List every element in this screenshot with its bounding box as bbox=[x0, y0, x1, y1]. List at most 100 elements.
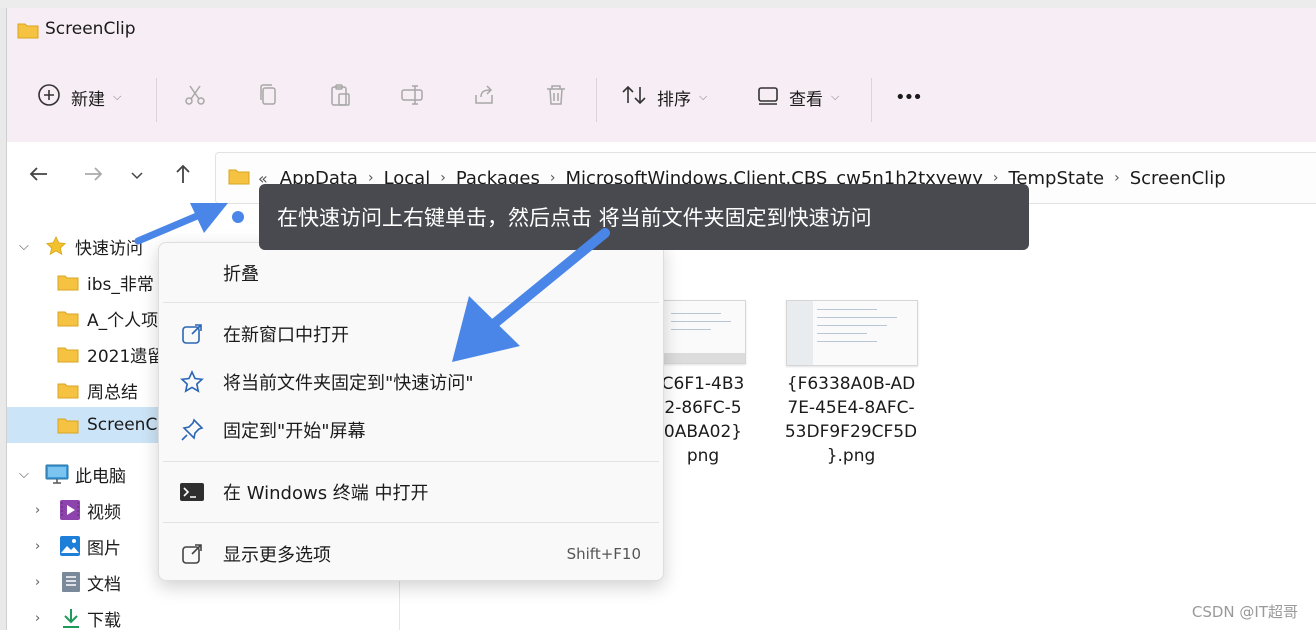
plus-circle-icon bbox=[37, 83, 61, 111]
sidebar-item-label: 图片 bbox=[87, 538, 121, 559]
sidebar-item-downloads[interactable]: › 下载 bbox=[7, 600, 399, 630]
more-options-icon bbox=[179, 542, 205, 566]
chevron-right-icon[interactable]: › bbox=[35, 539, 40, 554]
paste-button[interactable] bbox=[328, 52, 352, 142]
video-icon bbox=[59, 499, 81, 526]
folder-icon bbox=[57, 309, 79, 332]
star-outline-icon bbox=[179, 370, 205, 394]
chevron-right-icon[interactable]: › bbox=[1114, 170, 1120, 186]
new-button[interactable]: 新建 ⌵ bbox=[37, 52, 121, 142]
divider bbox=[156, 78, 157, 122]
clipboard-icon bbox=[328, 83, 352, 111]
folder-icon bbox=[228, 167, 250, 190]
sidebar-item-label: 快速访问 bbox=[75, 238, 143, 259]
sidebar-item-label: 2021遗留 bbox=[87, 346, 165, 367]
menu-item-collapse[interactable]: 折叠 bbox=[159, 250, 663, 296]
context-menu: 折叠 在新窗口中打开 将当前文件夹固定到"快速访问" 固定到"开始"屏幕 在 W… bbox=[158, 242, 664, 581]
chevron-down-icon: ⌵ bbox=[113, 90, 122, 103]
pin-icon bbox=[179, 418, 205, 442]
rename-icon bbox=[400, 83, 424, 111]
sidebar-item-label: 视频 bbox=[87, 502, 121, 523]
share-icon bbox=[472, 83, 496, 111]
background-bookmark-strip bbox=[0, 0, 1316, 8]
menu-divider bbox=[163, 522, 659, 523]
chevron-down-icon[interactable]: ⌵ bbox=[19, 467, 29, 482]
open-new-window-icon bbox=[179, 322, 205, 346]
download-icon bbox=[61, 607, 81, 630]
sidebar-item-label: 周总结 bbox=[87, 382, 138, 403]
more-icon: ••• bbox=[895, 86, 923, 108]
menu-item-label: 在新窗口中打开 bbox=[223, 325, 349, 346]
divider bbox=[871, 78, 872, 122]
folder-icon bbox=[57, 273, 79, 296]
sort-icon bbox=[621, 83, 647, 111]
menu-item-show-more-options[interactable]: 显示更多选项 Shift+F10 bbox=[159, 531, 663, 577]
new-button-label: 新建 bbox=[71, 89, 105, 110]
arrow-up-icon bbox=[172, 163, 194, 189]
divider bbox=[596, 78, 597, 122]
menu-item-label: 固定到"开始"屏幕 bbox=[223, 421, 366, 442]
arrow-right-icon bbox=[82, 163, 104, 189]
file-name: {F6338A0B-AD 7E-45E4-8AFC- 53DF9F29CF5D … bbox=[784, 374, 918, 466]
trash-icon bbox=[544, 83, 568, 111]
menu-item-label: 显示更多选项 bbox=[223, 545, 331, 566]
share-button[interactable] bbox=[472, 52, 496, 142]
sidebar-item-label: ibs_非常 bbox=[87, 274, 154, 295]
sort-button[interactable]: 排序 ⌵ bbox=[621, 52, 707, 142]
copy-icon bbox=[256, 83, 280, 111]
rename-button[interactable] bbox=[400, 52, 424, 142]
annotation-callout: 在快速访问上右键单击，然后点击 将当前文件夹固定到快速访问 bbox=[259, 184, 1029, 250]
menu-item-open-terminal[interactable]: 在 Windows 终端 中打开 bbox=[159, 469, 663, 515]
view-button[interactable]: 查看 ⌵ bbox=[757, 52, 839, 142]
menu-item-label: 折叠 bbox=[223, 264, 259, 285]
back-button[interactable] bbox=[23, 160, 55, 192]
sidebar-item-label: 文档 bbox=[87, 574, 121, 595]
chevron-down-icon bbox=[130, 167, 144, 186]
view-button-label: 查看 bbox=[789, 89, 823, 110]
computer-icon bbox=[45, 464, 69, 489]
menu-item-label: 在 Windows 终端 中打开 bbox=[223, 483, 429, 504]
menu-divider bbox=[163, 461, 659, 462]
sidebar-item-label: 下载 bbox=[87, 610, 121, 630]
chevron-down-icon: ⌵ bbox=[831, 90, 840, 103]
menu-item-pin-quick-access[interactable]: 将当前文件夹固定到"快速访问" bbox=[159, 359, 663, 405]
title-bar: ScreenClip bbox=[7, 8, 1316, 52]
star-icon bbox=[45, 235, 67, 262]
recent-locations-button[interactable] bbox=[121, 160, 153, 192]
view-icon bbox=[757, 84, 779, 110]
menu-item-pin-start[interactable]: 固定到"开始"屏幕 bbox=[159, 407, 663, 453]
chevron-down-icon[interactable]: ⌵ bbox=[19, 239, 29, 254]
file-thumbnail bbox=[662, 300, 746, 364]
chevron-right-icon[interactable]: › bbox=[35, 503, 40, 518]
sidebar-item-label: 此电脑 bbox=[75, 466, 126, 487]
copy-button[interactable] bbox=[256, 52, 280, 142]
cut-button[interactable] bbox=[183, 52, 207, 142]
watermark: CSDN @IT超哥 bbox=[1191, 603, 1298, 621]
menu-item-label: 将当前文件夹固定到"快速访问" bbox=[223, 373, 474, 394]
more-button[interactable]: ••• bbox=[895, 52, 923, 142]
file-name: C6F1-4B3 2-86FC-5 0ABA02} png bbox=[661, 374, 745, 466]
delete-button[interactable] bbox=[544, 52, 568, 142]
sidebar-item-label: ScreenC bbox=[87, 415, 158, 435]
chevron-right-icon[interactable]: › bbox=[35, 611, 40, 626]
folder-icon bbox=[57, 416, 79, 439]
folder-icon bbox=[57, 381, 79, 404]
document-icon bbox=[61, 571, 81, 598]
picture-icon bbox=[59, 535, 81, 562]
up-button[interactable] bbox=[167, 160, 199, 192]
folder-icon bbox=[17, 21, 39, 43]
terminal-icon bbox=[179, 480, 205, 504]
chevron-right-icon[interactable]: › bbox=[35, 575, 40, 590]
menu-item-open-new-window[interactable]: 在新窗口中打开 bbox=[159, 311, 663, 357]
menu-item-shortcut: Shift+F10 bbox=[566, 545, 641, 563]
breadcrumb-item[interactable]: ScreenClip bbox=[1130, 168, 1226, 189]
arrow-left-icon bbox=[28, 163, 50, 189]
scissors-icon bbox=[183, 83, 207, 111]
menu-divider bbox=[163, 302, 659, 303]
annotation-text: 在快速访问上右键单击，然后点击 将当前文件夹固定到快速访问 bbox=[277, 206, 872, 230]
forward-button[interactable] bbox=[77, 160, 109, 192]
command-bar: 新建 ⌵ 排序 ⌵ 查看 ⌵ ••• bbox=[7, 52, 1316, 143]
folder-icon bbox=[57, 345, 79, 368]
sidebar-item-label: A_个人项 bbox=[87, 310, 159, 331]
file-thumbnail bbox=[786, 300, 918, 366]
